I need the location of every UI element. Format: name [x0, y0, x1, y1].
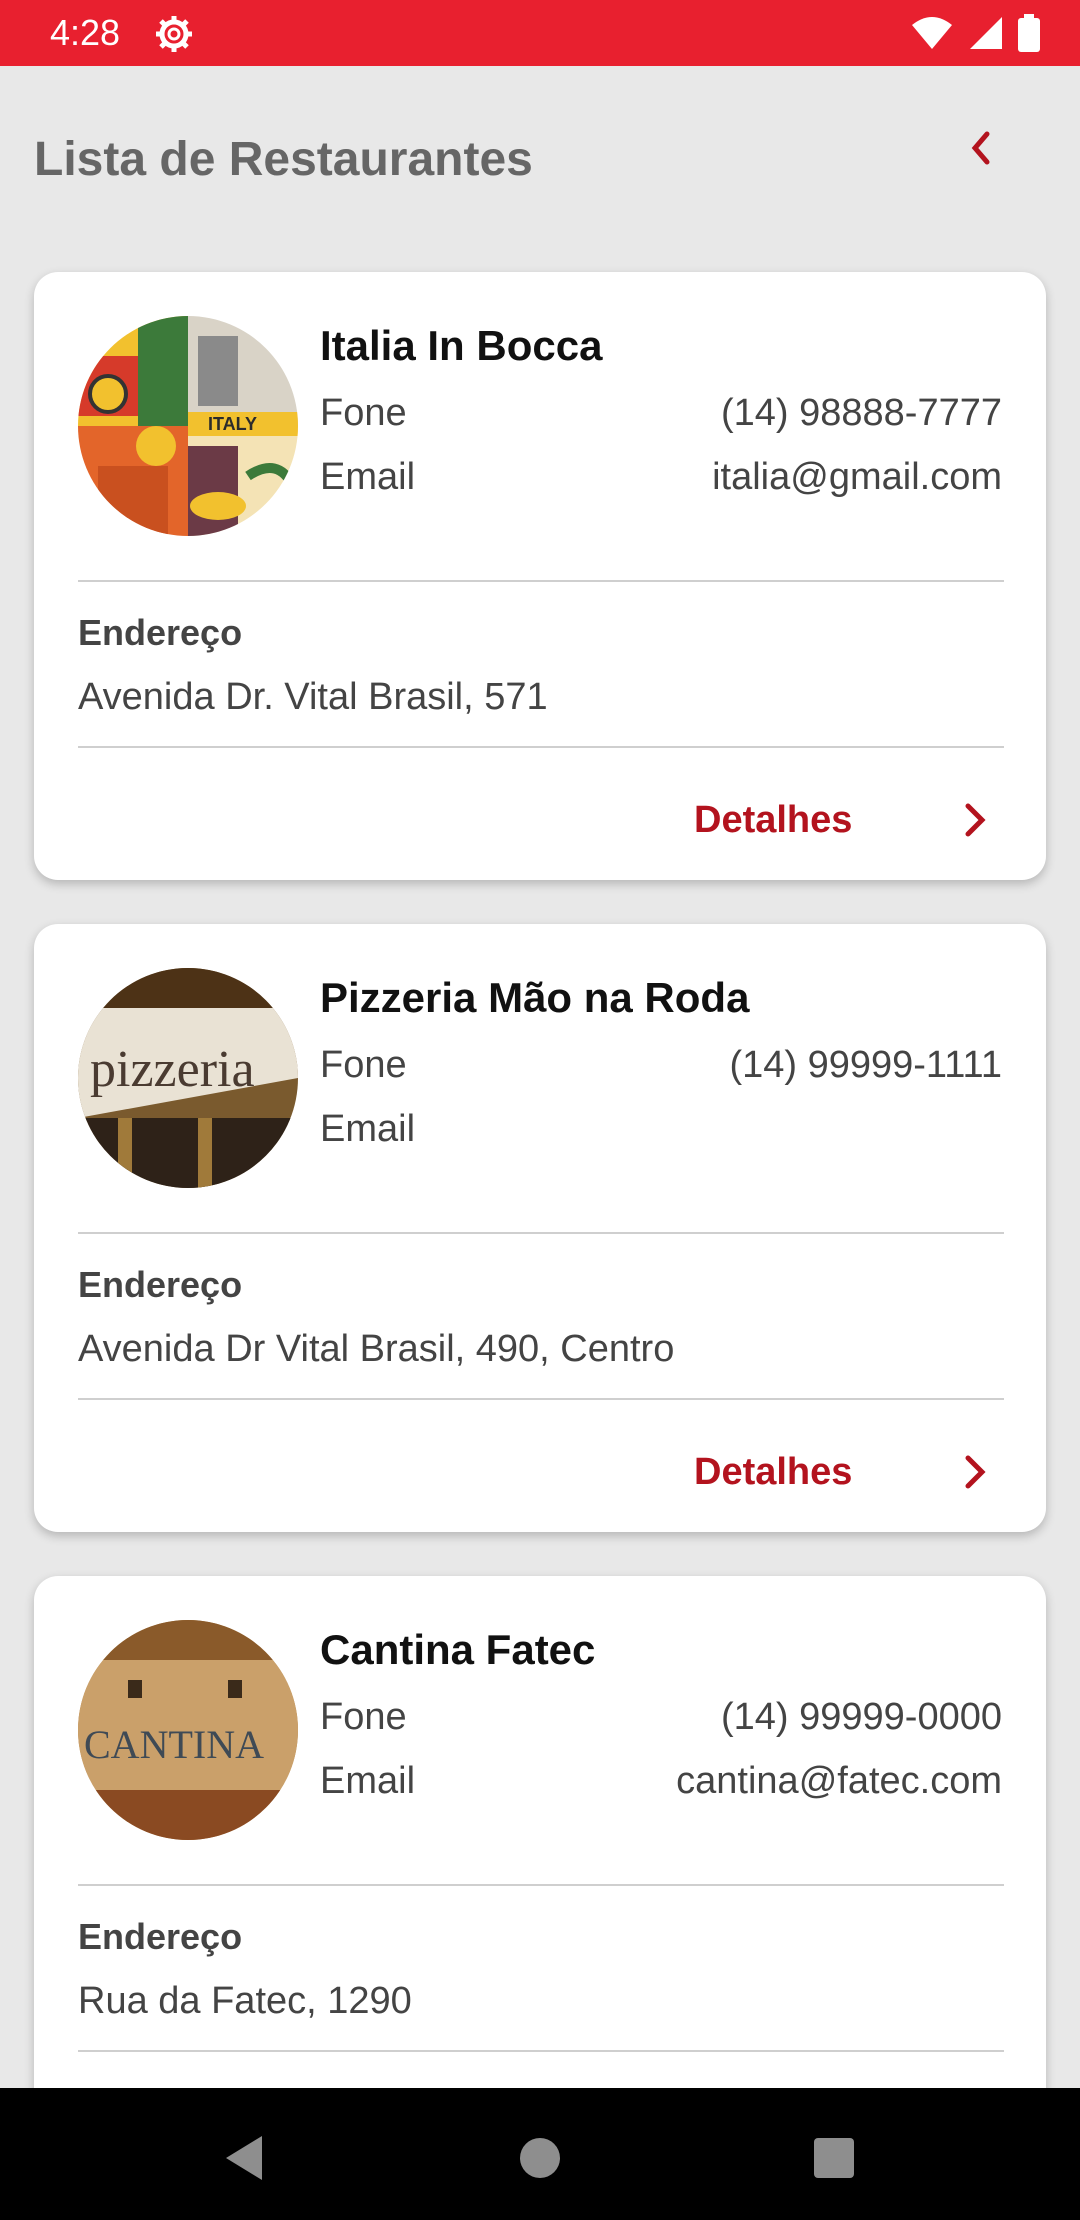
details-label: Detalhes — [694, 1450, 853, 1493]
email-label: Email — [320, 1760, 416, 1802]
restaurant-image: ITALY — [78, 316, 298, 536]
divider — [78, 2050, 1004, 2052]
signal-icon — [968, 15, 1004, 56]
address-value: Avenida Dr. Vital Brasil, 571 — [78, 676, 548, 718]
restaurant-card: ITALY Italia In Bocca Fone (14) 98888-77… — [34, 272, 1046, 880]
email-label: Email — [320, 1108, 416, 1150]
address-label: Endereço — [78, 1916, 243, 1957]
phone-value: (14) 98888-7777 — [721, 392, 1002, 434]
restaurant-card: CANTINA Cantina Fatec Fone (14) 99999-00… — [34, 1576, 1046, 2136]
email-value: italia@gmail.com — [712, 456, 1002, 498]
phone-label: Fone — [320, 1044, 407, 1086]
restaurant-name: Pizzeria Mão na Roda — [320, 974, 750, 1021]
phone-label: Fone — [320, 392, 407, 434]
address-label: Endereço — [78, 1264, 243, 1305]
image-caption: pizzeria — [90, 1041, 255, 1098]
divider — [78, 1232, 1004, 1234]
details-label: Detalhes — [694, 798, 853, 841]
status-bar: 4:28 — [0, 0, 1080, 66]
navigation-bar — [0, 2088, 1080, 2220]
restaurant-image: CANTINA — [78, 1620, 298, 1840]
address-label: Endereço — [78, 612, 243, 653]
wifi-icon — [910, 15, 954, 56]
details-button[interactable]: Detalhes — [674, 1432, 1014, 1512]
chevron-right-icon — [954, 1452, 994, 1492]
chevron-right-icon — [954, 800, 994, 840]
home-nav-icon[interactable] — [510, 2128, 570, 2188]
chevron-left-icon — [965, 128, 995, 173]
address-value: Avenida Dr Vital Brasil, 490, Centro — [78, 1328, 675, 1370]
divider — [78, 746, 1004, 748]
divider — [78, 1398, 1004, 1400]
page-title: Lista de Restaurantes — [34, 133, 533, 186]
back-nav-icon[interactable] — [216, 2128, 276, 2188]
restaurant-name: Cantina Fatec — [320, 1626, 596, 1673]
app-header: Lista de Restaurantes — [0, 66, 1080, 256]
address-value: Rua da Fatec, 1290 — [78, 1980, 412, 2022]
settings-icon — [154, 14, 194, 54]
email-label: Email — [320, 456, 416, 498]
recents-nav-icon[interactable] — [804, 2128, 864, 2188]
divider — [78, 580, 1004, 582]
phone-label: Fone — [320, 1696, 407, 1738]
email-value: cantina@fatec.com — [676, 1760, 1002, 1802]
details-button[interactable]: Detalhes — [674, 780, 1014, 860]
back-button[interactable] — [950, 120, 1010, 180]
divider — [78, 1884, 1004, 1886]
battery-icon — [1018, 14, 1040, 57]
image-caption: ITALY — [208, 414, 257, 434]
restaurant-image: pizzeria — [78, 968, 298, 1188]
status-time: 4:28 — [50, 12, 121, 53]
image-caption: CANTINA — [84, 1722, 264, 1767]
restaurant-name: Italia In Bocca — [320, 322, 603, 369]
phone-value: (14) 99999-1111 — [729, 1044, 1002, 1086]
phone-value: (14) 99999-0000 — [721, 1696, 1002, 1738]
restaurant-card: pizzeria Pizzeria Mão na Roda Fone (14) … — [34, 924, 1046, 1532]
